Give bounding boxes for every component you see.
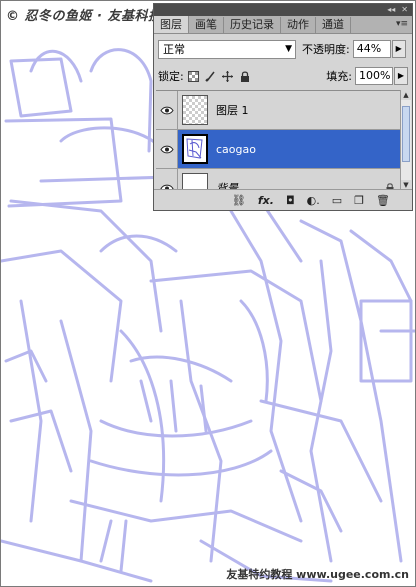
tab-layers[interactable]: 图层 — [154, 16, 189, 33]
new-layer-icon[interactable]: ❐ — [354, 194, 364, 207]
layer-thumbnail — [182, 95, 208, 125]
link-layers-icon[interactable]: ⛓ — [232, 194, 246, 207]
layer-name[interactable]: caogao — [216, 143, 256, 156]
blend-mode-value: 正常 — [163, 42, 185, 56]
canvas-frame: © 忍冬の鱼姬 · 友基科技 友基特约教程 www.ugee.com.cn ◂◂… — [0, 0, 416, 587]
blend-mode-select[interactable]: 正常 ▼ — [158, 39, 296, 59]
panel-titlebar: ◂◂ ✕ — [154, 4, 412, 16]
blend-row: 正常 ▼ 不透明度: 44% ▶ — [158, 38, 408, 60]
layers-bottom-toolbar: ⛓ fx. ◘ ◐. ▭ ❐ 🗑 — [154, 189, 412, 210]
adjustment-layer-icon[interactable]: ◐. — [307, 194, 320, 207]
lock-position-move-icon[interactable] — [222, 70, 234, 82]
lock-image-brush-icon[interactable] — [205, 70, 217, 82]
tab-actions[interactable]: 动作 — [281, 17, 316, 33]
layer-row-1[interactable]: 图层 1 — [156, 91, 400, 130]
fill-label: 填充: — [326, 70, 352, 83]
lock-row: 锁定: 填充: 100% ▶ — [158, 66, 408, 86]
eye-visibility-icon[interactable] — [156, 91, 178, 129]
lock-transparent-icon[interactable] — [188, 70, 200, 82]
scroll-up-icon[interactable]: ▲ — [401, 90, 411, 100]
add-mask-icon[interactable]: ◘ — [286, 194, 295, 207]
layer-thumbnail — [182, 134, 208, 164]
eye-visibility-icon[interactable] — [156, 169, 178, 191]
eye-visibility-icon[interactable] — [156, 130, 178, 168]
opacity-label: 不透明度: — [302, 43, 350, 56]
tab-channels[interactable]: 通道 — [316, 17, 351, 33]
chevron-down-icon: ▼ — [285, 43, 292, 54]
close-panel-icon[interactable]: ✕ — [401, 6, 408, 14]
layer-row-caogao[interactable]: caogao — [156, 130, 400, 169]
opacity-slider-arrow-icon[interactable]: ▶ — [391, 40, 406, 58]
fill-slider-arrow-icon[interactable]: ▶ — [394, 67, 408, 85]
lock-all-icon[interactable] — [239, 70, 251, 82]
watermark-top: © 忍冬の鱼姬 · 友基科技 — [6, 9, 162, 24]
panel-tabs: 图层 画笔 历史记录 动作 通道 ▾≡ — [154, 16, 412, 34]
layers-scrollbar[interactable]: ▲ ▼ — [400, 90, 411, 190]
watermark-bottom: 友基特约教程 www.ugee.com.cn — [226, 568, 409, 581]
fx-icon[interactable]: fx. — [258, 194, 274, 207]
collapse-icon[interactable]: ◂◂ — [387, 6, 395, 14]
layer-name[interactable]: 图层 1 — [216, 102, 249, 118]
tab-history[interactable]: 历史记录 — [224, 17, 281, 33]
lock-label: 锁定: — [158, 70, 184, 83]
layers-list: 图层 1 caogao 背景 — [156, 90, 400, 191]
fill-input[interactable]: 100% — [355, 67, 393, 85]
layers-panel: ◂◂ ✕ 图层 画笔 历史记录 动作 通道 ▾≡ 正常 ▼ 不透明度: 44% … — [153, 3, 413, 211]
layer-row-background[interactable]: 背景 — [156, 169, 400, 191]
opacity-input[interactable]: 44% — [352, 40, 391, 58]
new-group-icon[interactable]: ▭ — [332, 194, 342, 207]
tab-brushes[interactable]: 画笔 — [189, 17, 224, 33]
delete-layer-icon[interactable]: 🗑 — [376, 194, 390, 207]
scroll-thumb[interactable] — [402, 106, 410, 162]
panel-menu-icon[interactable]: ▾≡ — [396, 19, 408, 29]
